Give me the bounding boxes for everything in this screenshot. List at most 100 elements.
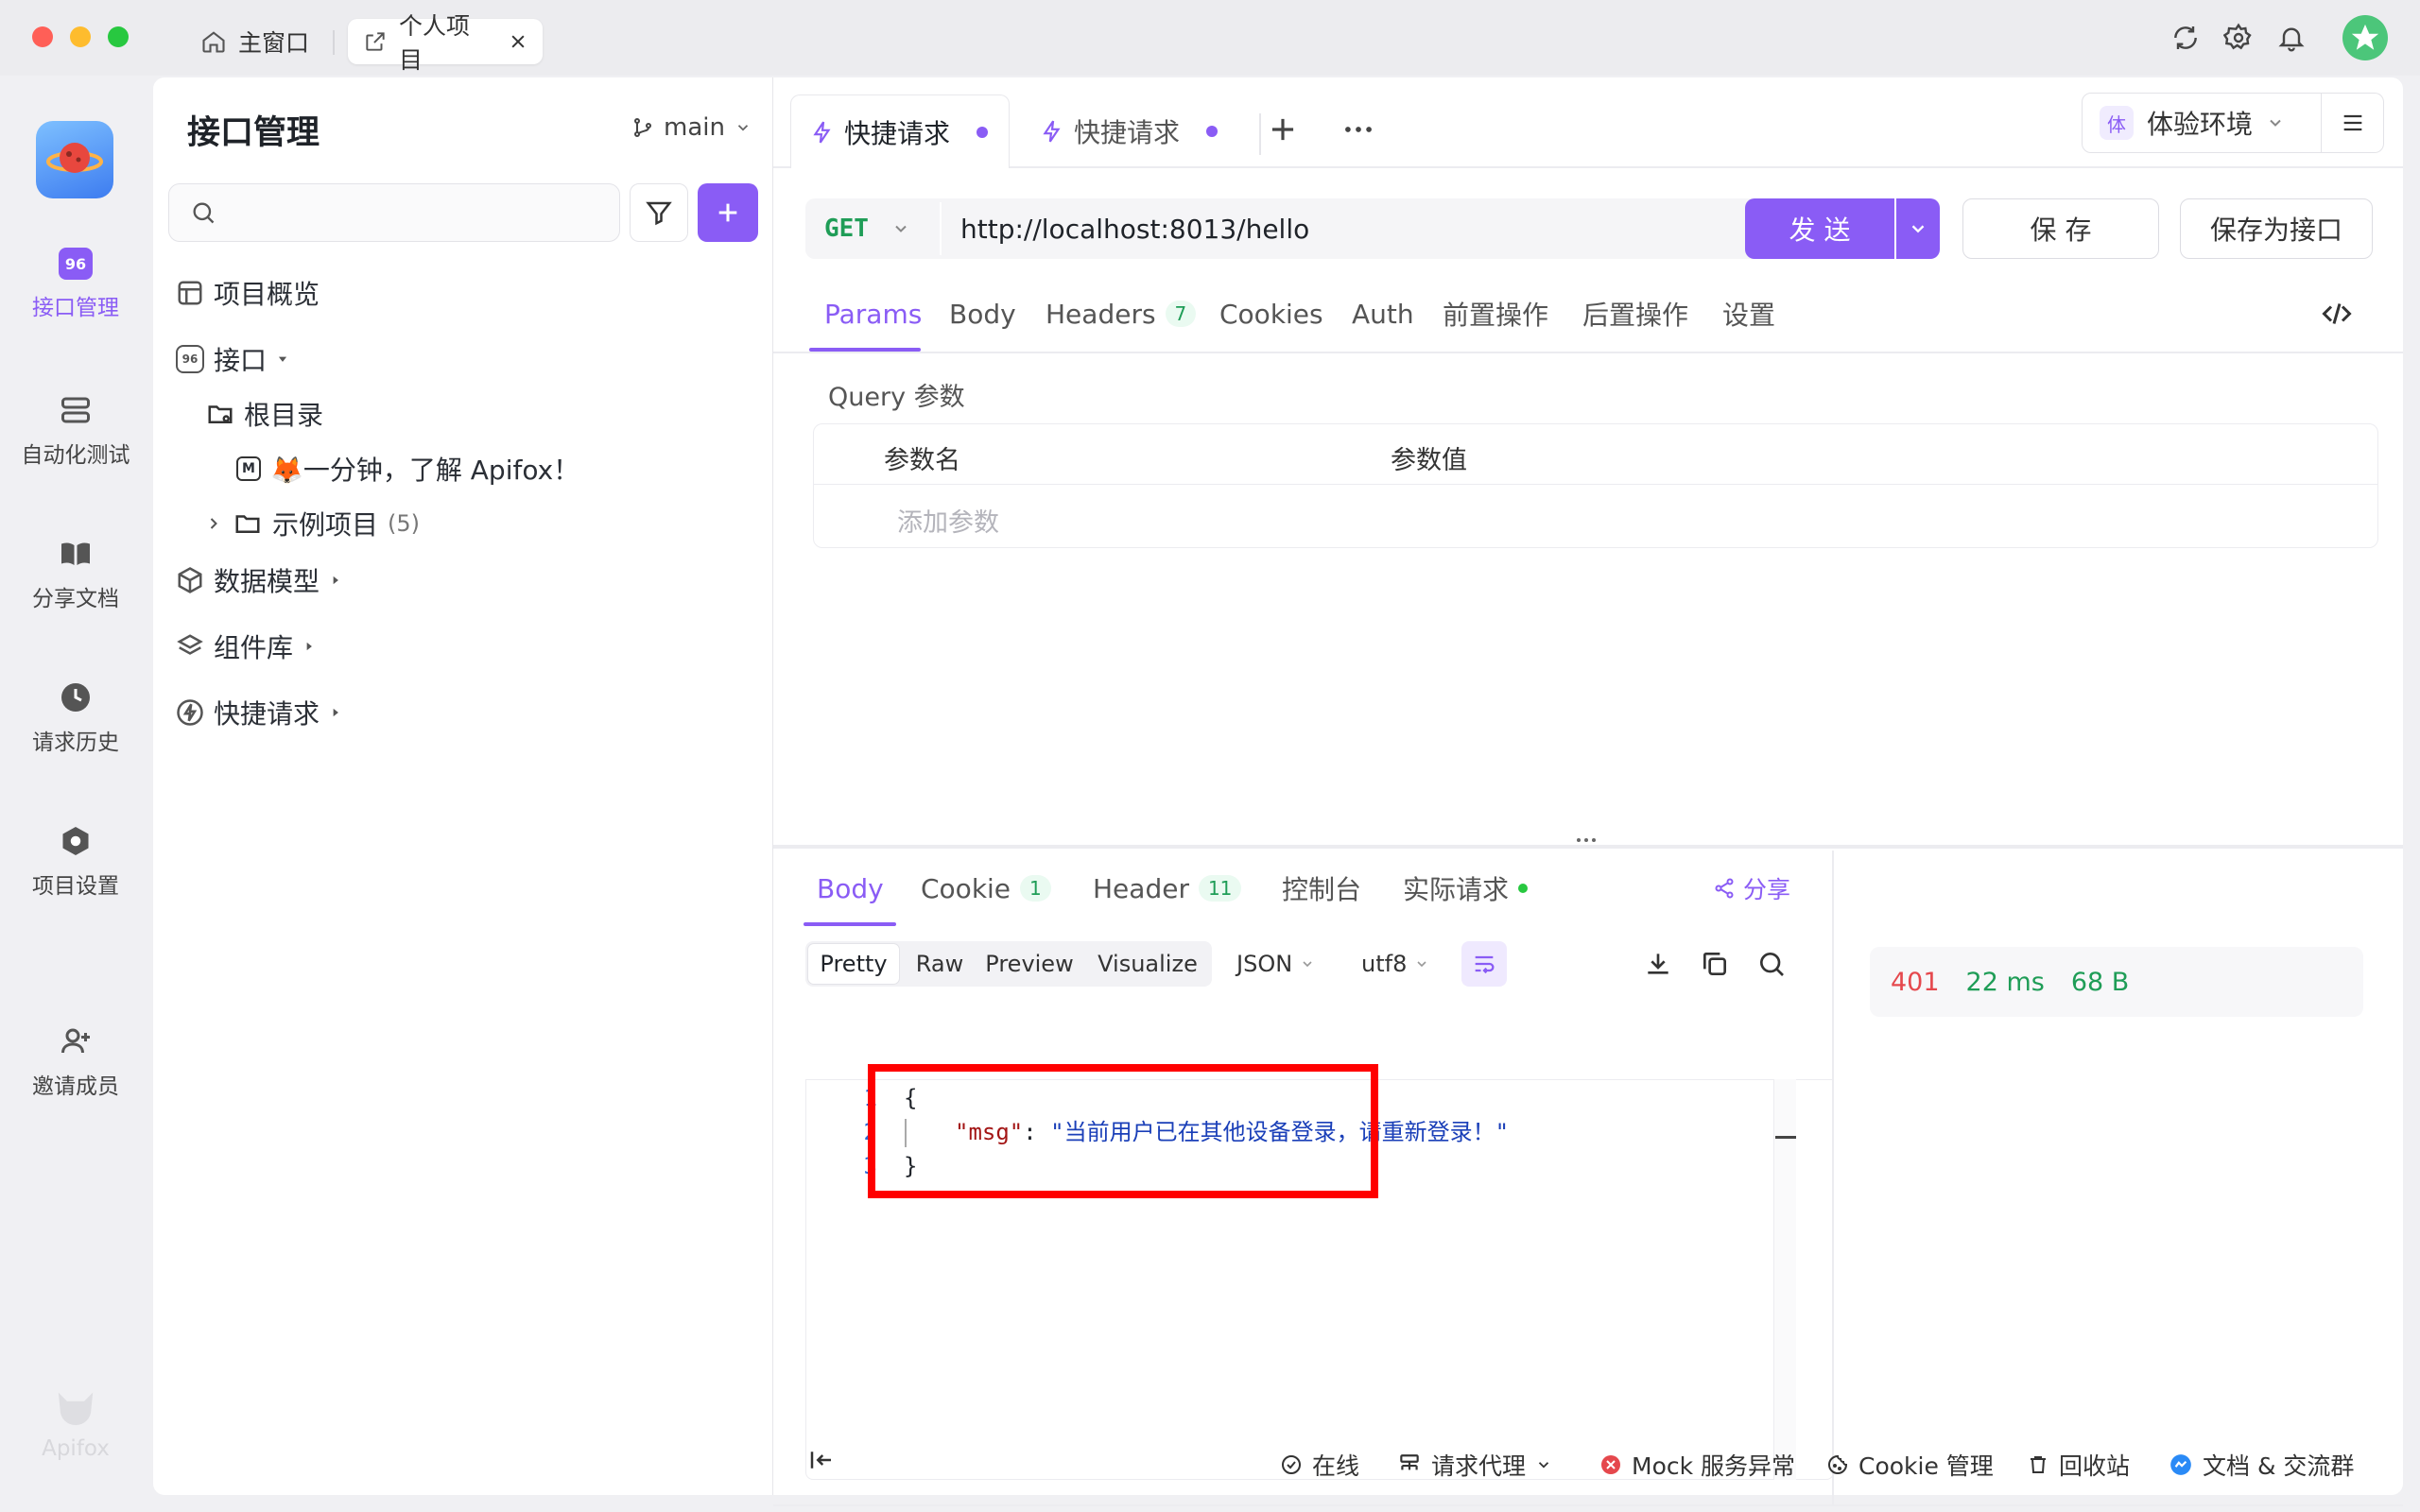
search-input[interactable] — [168, 183, 620, 242]
maximize-window-button[interactable] — [108, 26, 129, 47]
share-icon — [1713, 877, 1736, 900]
tab-label: 个人项目 — [399, 12, 471, 74]
download-icon[interactable] — [1643, 949, 1673, 979]
footer-label: 请求代理 — [1431, 1452, 1527, 1480]
minimize-window-button[interactable] — [70, 26, 91, 47]
tree-item-root[interactable]: 根目录 — [206, 387, 323, 440]
environment-selector[interactable]: 体 体验环境 — [2082, 93, 2322, 153]
rail-item-share-docs[interactable]: 分享文档 — [0, 537, 151, 612]
filter-button[interactable] — [630, 183, 688, 242]
save-as-api-button[interactable]: 保存为接口 — [2180, 198, 2373, 259]
mock-service-status[interactable]: Mock 服务异常 — [1599, 1446, 1795, 1484]
tab-post-processors[interactable]: 后置操作 — [1582, 276, 1688, 352]
close-window-button[interactable] — [32, 26, 53, 47]
active-tab-indicator — [804, 922, 896, 926]
view-visualize[interactable]: Visualize — [1085, 943, 1210, 985]
format-select[interactable]: JSON — [1236, 951, 1315, 977]
rail-item-automation[interactable]: 自动化测试 — [0, 393, 151, 469]
tab-cookies[interactable]: Cookies — [1219, 276, 1323, 352]
project-logo[interactable] — [36, 121, 113, 198]
tab-actual-request[interactable]: 实际请求 — [1403, 850, 1529, 926]
copy-icon[interactable] — [1700, 949, 1730, 979]
close-icon[interactable] — [509, 32, 527, 51]
tab-response-cookie[interactable]: Cookie 1 — [921, 850, 1051, 926]
request-proxy[interactable]: 请求代理 — [1397, 1446, 1552, 1484]
encoding-select[interactable]: utf8 — [1361, 951, 1429, 977]
env-label: 体验环境 — [2147, 109, 2254, 140]
highlight-box — [868, 1064, 1378, 1198]
cookie-management[interactable]: Cookie 管理 — [1826, 1446, 1994, 1484]
tab-quick-request-1[interactable]: 快捷请求 — [790, 94, 1010, 168]
save-button[interactable]: 保 存 — [1962, 198, 2159, 259]
search-icon[interactable] — [1756, 949, 1787, 979]
tab-label: 控制台 — [1282, 874, 1362, 905]
rail-item-project-settings[interactable]: 项目设置 — [0, 824, 151, 900]
chevron-right-icon[interactable] — [204, 514, 223, 533]
rail-item-history[interactable]: 请求历史 — [0, 680, 151, 756]
share-button[interactable]: 分享 — [1713, 850, 1790, 926]
recycle-bin[interactable]: 回收站 — [2027, 1446, 2130, 1484]
sidebar-item-api[interactable]: 96 接口 — [176, 333, 289, 386]
new-tab-icon[interactable] — [1265, 112, 1301, 147]
send-options-button[interactable] — [1896, 198, 1940, 259]
sidebar-item-quick-request[interactable]: 快捷请求 — [176, 686, 342, 739]
sidebar-item-schemas[interactable]: 数据模型 — [176, 554, 342, 607]
scrollbar-thumb[interactable] — [1775, 1136, 1796, 1139]
refresh-icon[interactable] — [2170, 23, 2201, 53]
search-field[interactable] — [226, 198, 604, 228]
tree-item-doc[interactable]: M 🦊一分钟，了解 Apifox！ — [236, 442, 579, 495]
tab-label: 快捷请求 — [1074, 117, 1181, 148]
menu-button[interactable] — [2322, 93, 2384, 153]
column-header-value: 参数值 — [1391, 446, 1467, 475]
tab-console[interactable]: 控制台 — [1282, 850, 1361, 926]
branch-selector[interactable]: main — [631, 113, 752, 142]
add-param-input[interactable]: 添加参数 — [897, 502, 999, 539]
method-label: GET — [824, 215, 869, 243]
format-label: JSON — [1236, 951, 1293, 977]
rail-item-invite-members[interactable]: 邀请成员 — [0, 1024, 151, 1100]
editor-scrollbar[interactable] — [1773, 1079, 1796, 1480]
wrap-toggle[interactable] — [1461, 941, 1507, 987]
params-table: 参数名 参数值 添加参数 — [813, 423, 2378, 548]
chevron-down-icon — [1300, 956, 1315, 971]
online-status[interactable]: 在线 — [1280, 1446, 1359, 1484]
add-button[interactable] — [698, 183, 758, 242]
gear-icon[interactable] — [2223, 23, 2254, 53]
footer-label: 在线 — [1312, 1452, 1360, 1480]
brand-watermark: Apifox — [0, 1389, 151, 1461]
url-input[interactable] — [960, 198, 1868, 259]
chevron-down-icon — [2266, 113, 2285, 132]
docs-community[interactable]: 文档 & 交流群 — [2169, 1446, 2354, 1484]
method-select[interactable]: GET — [805, 198, 940, 259]
lightning-circle-icon — [176, 698, 204, 727]
response-status-panel: 401 22 ms 68 B — [1870, 947, 2363, 1017]
send-button[interactable]: 发 送 — [1745, 198, 1894, 259]
avatar[interactable] — [2342, 15, 2388, 60]
tree-item-examples[interactable]: 示例项目 (5) — [204, 497, 420, 550]
chevron-down-icon — [735, 119, 752, 136]
view-pretty[interactable]: Pretty — [807, 943, 900, 985]
sidebar-item-overview[interactable]: 项目概览 — [176, 266, 320, 319]
view-raw[interactable]: Raw — [906, 943, 974, 985]
tab-headers[interactable]: Headers 7 — [1046, 276, 1197, 352]
drag-handle-icon[interactable] — [1573, 833, 1599, 847]
view-preview[interactable]: Preview — [979, 943, 1080, 985]
tab-settings[interactable]: 设置 — [1722, 276, 1775, 352]
more-icon[interactable] — [1340, 112, 1376, 147]
tab-divider — [1259, 113, 1261, 155]
tab-personal-project[interactable]: 个人项目 — [348, 12, 543, 74]
sidebar-item-components[interactable]: 组件库 — [176, 620, 316, 673]
tab-response-body[interactable]: Body — [817, 850, 884, 926]
tab-params[interactable]: Params — [824, 276, 922, 352]
tab-body[interactable]: Body — [949, 276, 1016, 352]
rail-item-api-management[interactable]: 96 接口管理 — [0, 248, 151, 321]
tab-main-window[interactable]: 主窗口 — [185, 19, 324, 64]
wrap-lines-icon — [1471, 951, 1497, 977]
tab-quick-request-2[interactable]: 快捷请求 — [1021, 94, 1236, 168]
tab-response-header[interactable]: Header 11 — [1093, 850, 1242, 926]
code-icon[interactable] — [2320, 297, 2354, 331]
bell-icon[interactable] — [2276, 23, 2307, 53]
tab-auth[interactable]: Auth — [1352, 276, 1414, 352]
tab-pre-processors[interactable]: 前置操作 — [1443, 276, 1548, 352]
collapse-sidebar-icon[interactable] — [807, 1446, 836, 1474]
